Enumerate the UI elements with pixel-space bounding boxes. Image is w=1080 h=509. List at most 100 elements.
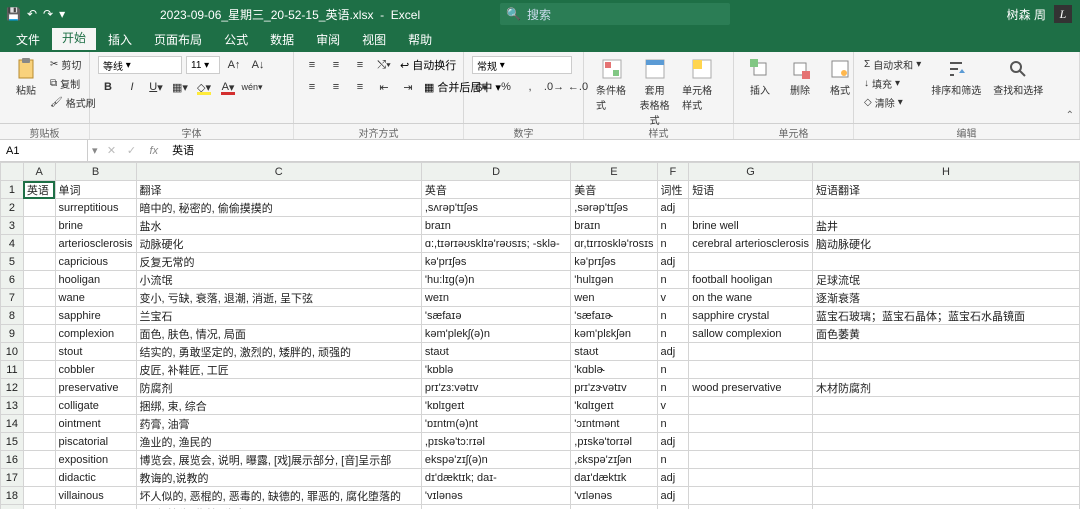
cell[interactable]: wood preservative [689, 379, 813, 397]
cell[interactable]: 'hu:lɪg(ə)n [421, 271, 570, 289]
cell[interactable]: adj [657, 253, 689, 271]
row-header[interactable]: 16 [1, 451, 24, 469]
cell[interactable]: n [657, 325, 689, 343]
undo-icon[interactable]: ↶ [27, 7, 37, 21]
row-header[interactable]: 7 [1, 289, 24, 307]
cell[interactable]: 'ɒɪntm(ə)nt [421, 415, 570, 433]
cell[interactable]: cobbler [55, 361, 136, 379]
cell[interactable] [23, 199, 55, 217]
cell[interactable]: v [657, 505, 689, 509]
row-header[interactable]: 12 [1, 379, 24, 397]
tab-公式[interactable]: 公式 [214, 27, 258, 52]
cell[interactable]: capricious [55, 253, 136, 271]
fill-color-button[interactable]: ◇▾ [194, 78, 214, 96]
col-header-C[interactable]: C [136, 163, 421, 181]
cell[interactable] [23, 271, 55, 289]
align-center-icon[interactable]: ≡ [326, 78, 346, 96]
row-header[interactable]: 15 [1, 433, 24, 451]
namebox-dropdown-icon[interactable]: ▾ [88, 144, 102, 157]
underline-button[interactable]: U▾ [146, 78, 166, 96]
cell[interactable]: 药膏, 油膏 [136, 415, 421, 433]
cell[interactable] [812, 361, 1079, 379]
cell[interactable]: surreptitious [55, 199, 136, 217]
cell[interactable]: ,ɛkspə'zɪʃən [571, 451, 657, 469]
decrease-indent-icon[interactable]: ⇤ [374, 78, 394, 96]
cell[interactable]: 蓝宝石玻璃；蓝宝石晶体；蓝宝石水晶镜面 [812, 307, 1079, 325]
cell[interactable]: 'kɒblə [421, 361, 570, 379]
cell[interactable]: football hooligan [689, 271, 813, 289]
col-header-D[interactable]: D [421, 163, 570, 181]
cell[interactable] [23, 451, 55, 469]
name-box-input[interactable] [6, 145, 81, 157]
enter-formula-icon[interactable]: ✓ [122, 142, 142, 160]
cell[interactable] [689, 451, 813, 469]
cell[interactable] [812, 487, 1079, 505]
name-box[interactable] [0, 140, 88, 161]
increase-indent-icon[interactable]: ⇥ [398, 78, 418, 96]
format-as-table-button[interactable]: 套用 表格格式 [635, 56, 674, 129]
save-icon[interactable]: 💾 [6, 7, 21, 21]
cell[interactable]: cerebral arteriosclerosis [689, 235, 813, 253]
cell[interactable]: v [657, 397, 689, 415]
cell[interactable]: adj [657, 343, 689, 361]
cell[interactable]: 逐渐衰落 [812, 289, 1079, 307]
cell[interactable]: ɑr,tɪrɪosklə'rosɪs [571, 235, 657, 253]
spreadsheet-grid[interactable]: ABCDEFGH1英语单词翻译英音美音词性短语短语翻译2surreptitiou… [0, 162, 1080, 509]
orientation-icon[interactable]: ⤭▾ [374, 56, 394, 74]
tab-视图[interactable]: 视图 [352, 27, 396, 52]
row-header[interactable]: 8 [1, 307, 24, 325]
fx-icon[interactable]: fx [142, 145, 167, 157]
cell[interactable] [689, 487, 813, 505]
cell[interactable]: 渔业的, 渔民的 [136, 433, 421, 451]
cell[interactable]: 'hulɪɡən [571, 271, 657, 289]
cell[interactable]: n [657, 361, 689, 379]
cell[interactable] [689, 415, 813, 433]
col-header-G[interactable]: G [689, 163, 813, 181]
conditional-format-button[interactable]: 条件格式 [592, 56, 631, 114]
tab-帮助[interactable]: 帮助 [398, 27, 442, 52]
cell[interactable]: exposition [55, 451, 136, 469]
cell[interactable]: 兰宝石 [136, 307, 421, 325]
cell[interactable]: n [657, 217, 689, 235]
cell[interactable]: 变小, 亏缺, 衰落, 退潮, 消逝, 呈下弦 [136, 289, 421, 307]
cell[interactable] [812, 505, 1079, 509]
row-header[interactable]: 13 [1, 397, 24, 415]
col-header-A[interactable]: A [23, 163, 55, 181]
cell[interactable]: ,pɪskə'tɔ:rɪəl [421, 433, 570, 451]
cell[interactable] [812, 397, 1079, 415]
cell[interactable] [23, 217, 55, 235]
cell[interactable] [23, 343, 55, 361]
cell[interactable]: 'vɪlənəs [571, 487, 657, 505]
italic-button[interactable]: I [122, 78, 142, 96]
cell[interactable]: ,sʌrəp'tɪʃəs [421, 199, 570, 217]
row-header[interactable]: 5 [1, 253, 24, 271]
qat-dropdown-icon[interactable]: ▾ [59, 7, 65, 21]
cell[interactable] [23, 253, 55, 271]
cell[interactable]: 暗中的, 秘密的, 偷偷摸摸的 [136, 199, 421, 217]
cell[interactable]: 皮匠, 补鞋匠, 工匠 [136, 361, 421, 379]
row-header[interactable]: 11 [1, 361, 24, 379]
cell[interactable] [23, 415, 55, 433]
cell[interactable]: braɪn [421, 217, 570, 235]
fill-button[interactable]: ↓填充▾ [862, 75, 923, 92]
tab-数据[interactable]: 数据 [260, 27, 304, 52]
redo-icon[interactable]: ↷ [43, 7, 53, 21]
cell[interactable]: prɪ'zɜ:vətɪv [421, 379, 570, 397]
cell[interactable]: dɪ'dæktɪk; daɪ- [421, 469, 570, 487]
font-color-button[interactable]: A▾ [218, 78, 238, 96]
cell[interactable]: 词性 [657, 181, 689, 199]
cell[interactable]: n [657, 307, 689, 325]
cell[interactable]: n [657, 271, 689, 289]
cell[interactable]: 'kɒlɪgeɪt [421, 397, 570, 415]
cell[interactable] [689, 505, 813, 509]
cell[interactable]: 小流氓 [136, 271, 421, 289]
row-header[interactable]: 1 [1, 181, 24, 199]
cell[interactable]: preservative [55, 379, 136, 397]
cell[interactable]: adj [657, 199, 689, 217]
cell[interactable]: 短语翻译 [812, 181, 1079, 199]
cell[interactable] [812, 415, 1079, 433]
cell[interactable]: 英语 [23, 181, 55, 199]
cell[interactable]: 短语 [689, 181, 813, 199]
cell[interactable]: adj [657, 469, 689, 487]
collapse-ribbon-icon[interactable]: ⌃ [1066, 110, 1074, 121]
